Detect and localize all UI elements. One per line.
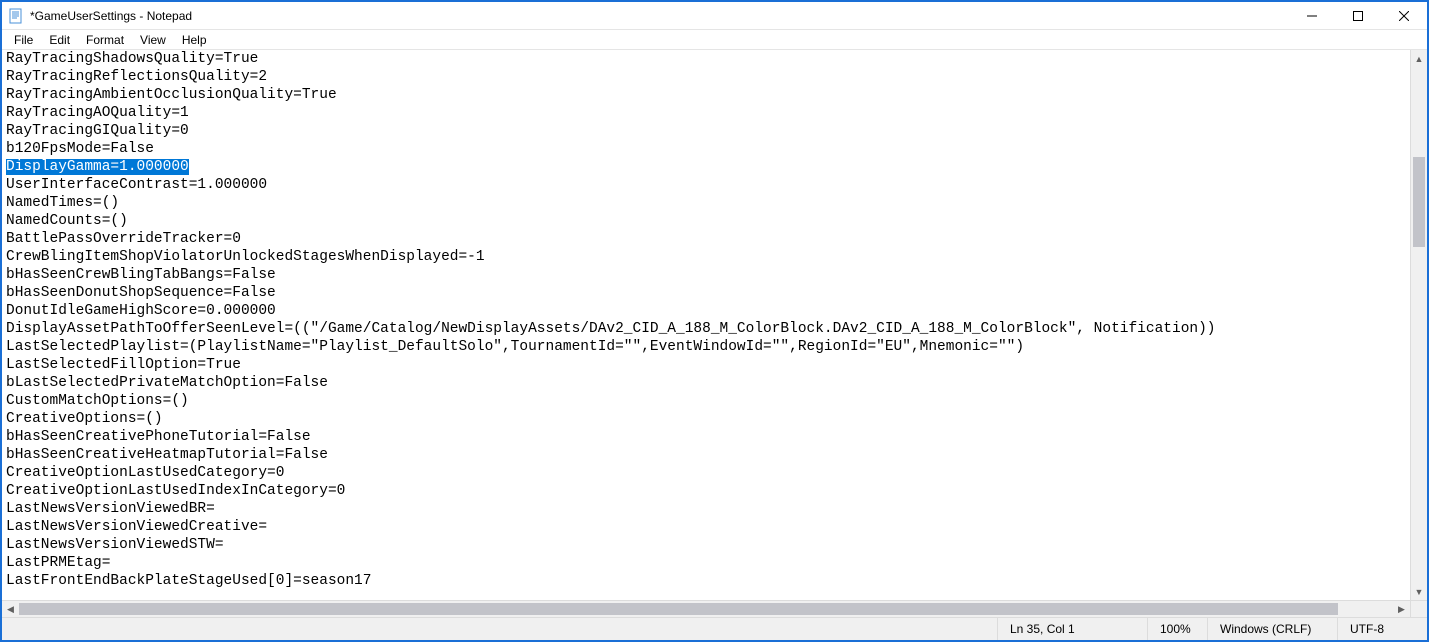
menu-view[interactable]: View [132, 32, 174, 48]
editor-line[interactable]: CreativeOptions=() [6, 411, 163, 427]
editor-line[interactable]: BattlePassOverrideTracker=0 [6, 231, 241, 247]
menu-file[interactable]: File [6, 32, 41, 48]
menu-format[interactable]: Format [78, 32, 132, 48]
scrollbar-corner [1410, 601, 1427, 617]
editor-line[interactable]: bLastSelectedPrivateMatchOption=False [6, 375, 328, 391]
scrollbar-track[interactable] [1411, 67, 1427, 583]
title-bar[interactable]: *GameUserSettings - Notepad [2, 2, 1427, 30]
editor-line[interactable]: CustomMatchOptions=() [6, 393, 189, 409]
editor-line[interactable]: LastNewsVersionViewedBR= [6, 501, 215, 517]
editor-line[interactable]: RayTracingAOQuality=1 [6, 105, 189, 121]
editor-line[interactable]: bHasSeenCreativePhoneTutorial=False [6, 429, 311, 445]
notepad-icon [8, 8, 24, 24]
editor-line[interactable]: LastNewsVersionViewedSTW= [6, 537, 224, 553]
scroll-up-arrow-icon[interactable]: ▲ [1411, 50, 1427, 67]
scroll-down-arrow-icon[interactable]: ▼ [1411, 583, 1427, 600]
editor-area: RayTracingShadowsQuality=True RayTracing… [2, 50, 1427, 600]
editor-line[interactable]: CreativeOptionLastUsedIndexInCategory=0 [6, 483, 345, 499]
editor-line[interactable]: DisplayGamma=1.000000 [6, 159, 189, 175]
editor-line[interactable]: NamedTimes=() [6, 195, 119, 211]
editor-line[interactable]: RayTracingAmbientOcclusionQuality=True [6, 87, 337, 103]
maximize-button[interactable] [1335, 2, 1381, 30]
editor-line[interactable]: LastNewsVersionViewedCreative= [6, 519, 267, 535]
editor-line[interactable]: bHasSeenCrewBlingTabBangs=False [6, 267, 276, 283]
editor-line[interactable]: LastSelectedFillOption=True [6, 357, 241, 373]
editor-line[interactable]: RayTracingReflectionsQuality=2 [6, 69, 267, 85]
status-bar: Ln 35, Col 1 100% Windows (CRLF) UTF-8 [2, 617, 1427, 640]
horizontal-scrollbar[interactable]: ◀ ▶ [2, 600, 1427, 617]
scrollbar-thumb[interactable] [1413, 157, 1425, 247]
editor-line[interactable]: LastFrontEndBackPlateStageUsed[0]=season… [6, 573, 371, 589]
editor-line[interactable]: DonutIdleGameHighScore=0.000000 [6, 303, 276, 319]
editor-line[interactable]: b120FpsMode=False [6, 141, 154, 157]
status-empty [2, 618, 997, 640]
editor-line[interactable]: LastPRMEtag= [6, 555, 110, 571]
minimize-button[interactable] [1289, 2, 1335, 30]
status-cursor-position: Ln 35, Col 1 [997, 618, 1147, 640]
text-editor[interactable]: RayTracingShadowsQuality=True RayTracing… [2, 50, 1410, 600]
hscrollbar-thumb[interactable] [19, 603, 1338, 615]
editor-line[interactable]: bHasSeenDonutShopSequence=False [6, 285, 276, 301]
editor-line[interactable]: bHasSeenCreativeHeatmapTutorial=False [6, 447, 328, 463]
editor-line[interactable]: NamedCounts=() [6, 213, 128, 229]
editor-line[interactable]: RayTracingGIQuality=0 [6, 123, 189, 139]
close-button[interactable] [1381, 2, 1427, 30]
status-line-ending: Windows (CRLF) [1207, 618, 1337, 640]
scroll-left-arrow-icon[interactable]: ◀ [2, 601, 19, 617]
editor-line[interactable]: UserInterfaceContrast=1.000000 [6, 177, 267, 193]
status-encoding: UTF-8 [1337, 618, 1427, 640]
menu-edit[interactable]: Edit [41, 32, 78, 48]
editor-line[interactable]: CreativeOptionLastUsedCategory=0 [6, 465, 284, 481]
hscrollbar-track[interactable] [19, 601, 1393, 617]
vertical-scrollbar[interactable]: ▲ ▼ [1410, 50, 1427, 600]
editor-line[interactable]: RayTracingShadowsQuality=True [6, 51, 258, 67]
menu-bar: File Edit Format View Help [2, 30, 1427, 50]
menu-help[interactable]: Help [174, 32, 215, 48]
editor-line[interactable]: DisplayAssetPathToOfferSeenLevel=(("/Gam… [6, 321, 1216, 337]
editor-line[interactable]: CrewBlingItemShopViolatorUnlockedStagesW… [6, 249, 485, 265]
window-title: *GameUserSettings - Notepad [30, 9, 192, 23]
status-zoom: 100% [1147, 618, 1207, 640]
editor-line[interactable]: LastSelectedPlaylist=(PlaylistName="Play… [6, 339, 1024, 355]
scroll-right-arrow-icon[interactable]: ▶ [1393, 601, 1410, 617]
notepad-window: *GameUserSettings - Notepad File Edit Fo… [0, 0, 1429, 642]
